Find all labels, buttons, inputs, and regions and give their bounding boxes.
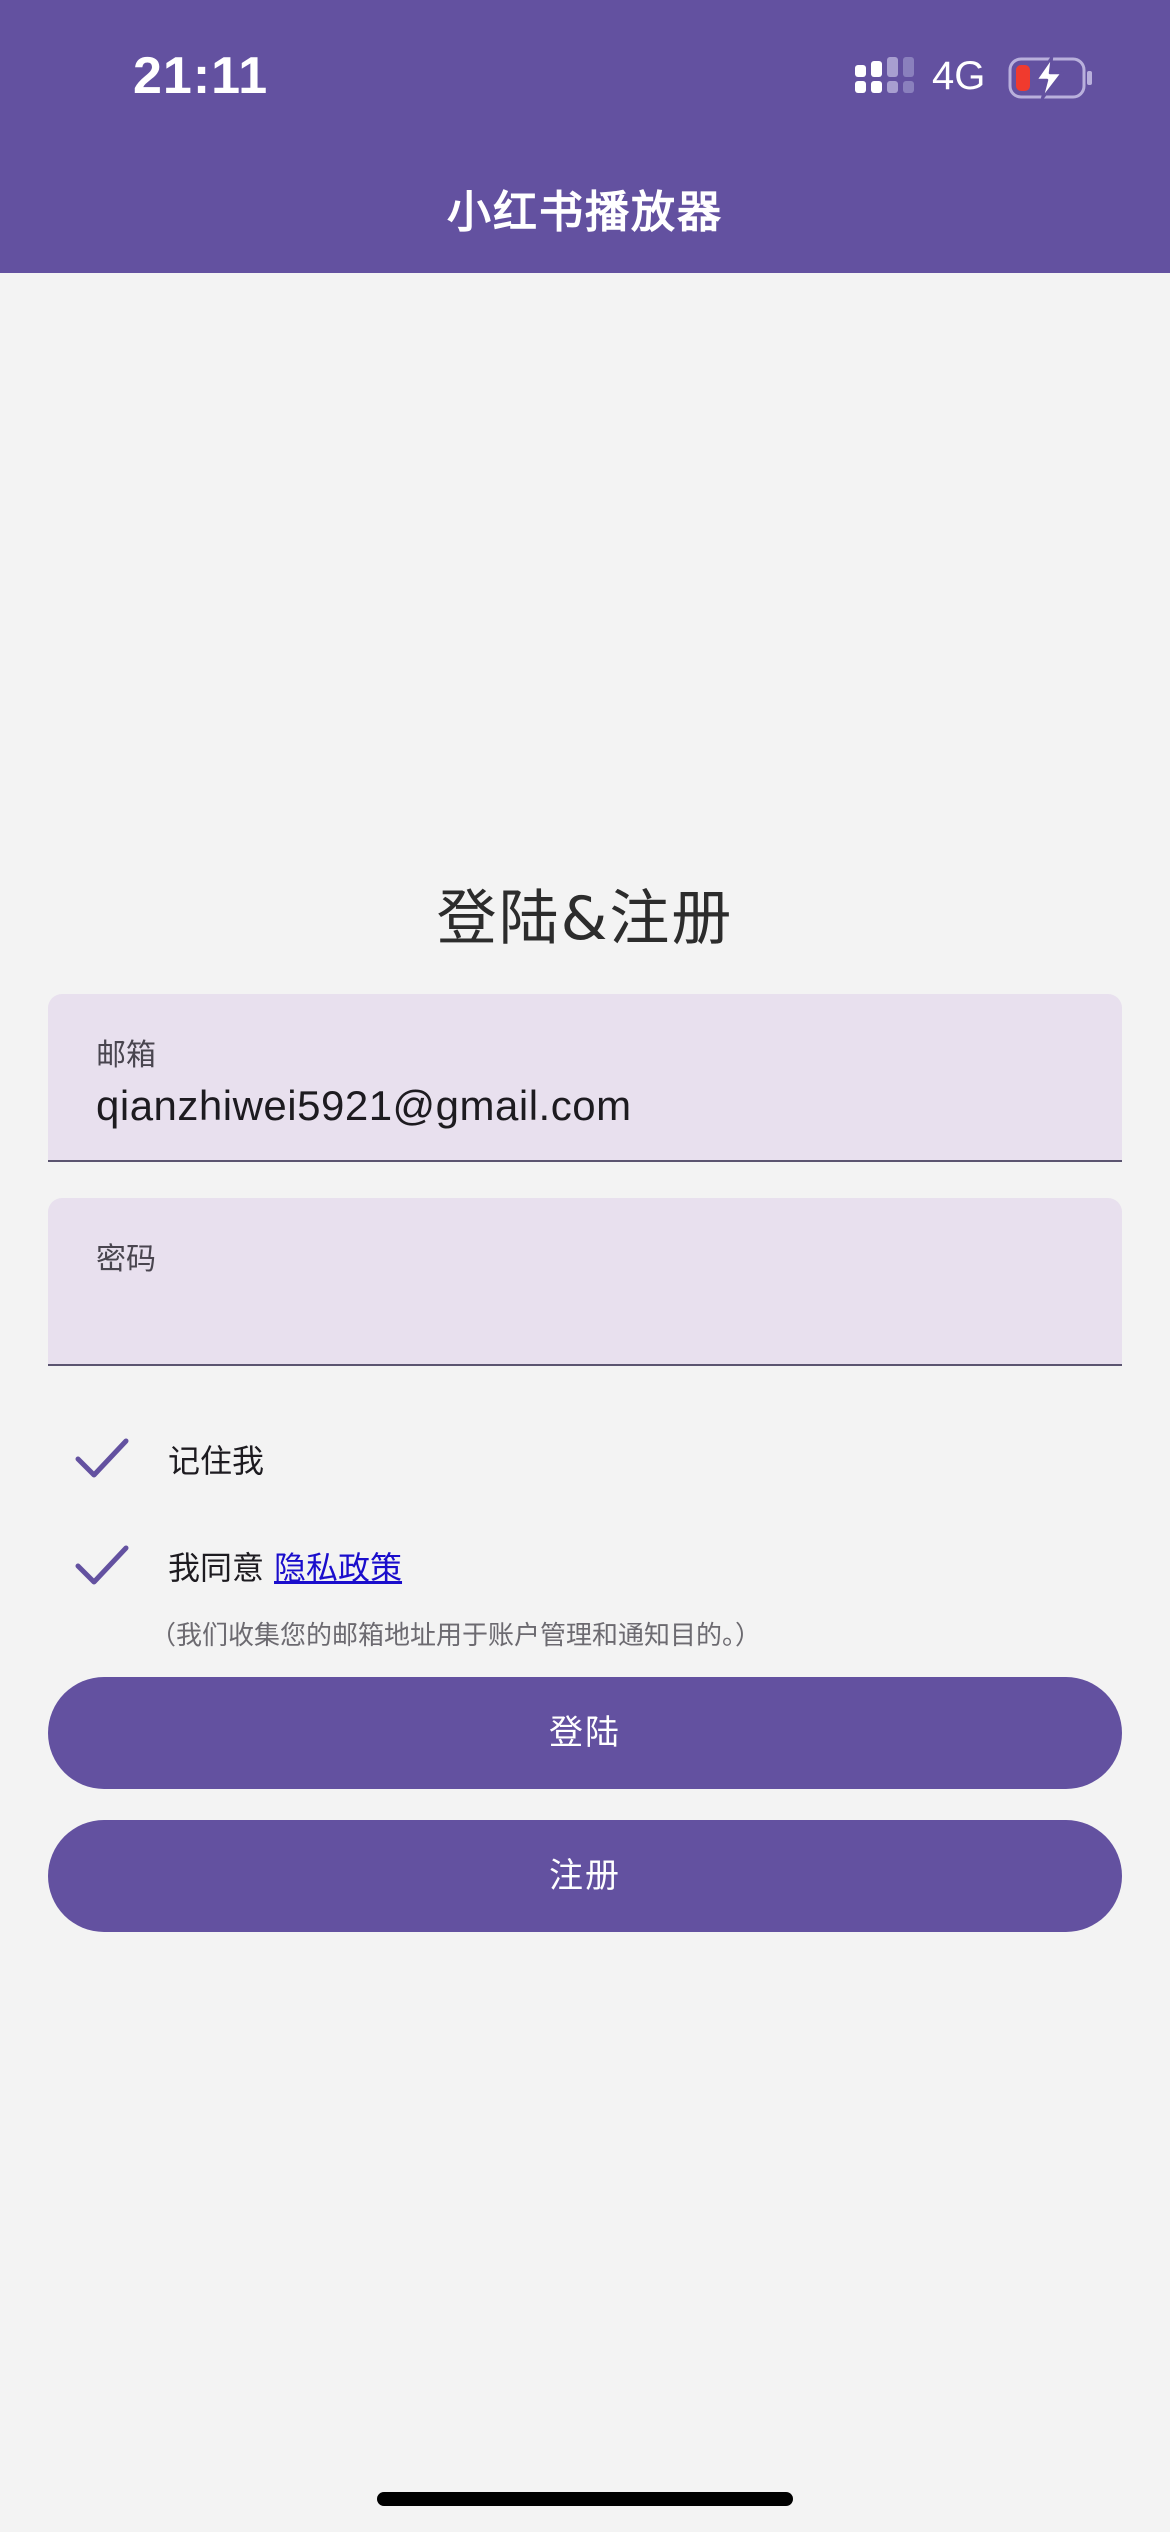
app-title: 小红书播放器 bbox=[447, 187, 723, 238]
email-label: 邮箱 bbox=[96, 1038, 156, 1073]
agree-privacy-row[interactable]: 我同意 隐私政策 bbox=[72, 1536, 402, 1596]
email-field[interactable]: 邮箱 qianzhiwei5921@gmail.com bbox=[48, 994, 1122, 1162]
agree-label: 我同意 隐私政策 bbox=[168, 1543, 402, 1589]
app-header: 21:11 4G 小红书播放器 bbox=[0, 0, 1170, 273]
login-button[interactable]: 登陆 bbox=[48, 1677, 1122, 1789]
check-icon[interactable] bbox=[72, 1536, 132, 1596]
agree-text: 我同意 bbox=[168, 1549, 265, 1587]
password-field[interactable]: 密码 bbox=[48, 1198, 1122, 1366]
page-title: 登陆&注册 bbox=[436, 884, 734, 954]
remember-me-label: 记住我 bbox=[168, 1442, 265, 1480]
signal-icon bbox=[855, 57, 914, 93]
email-input[interactable]: qianzhiwei5921@gmail.com bbox=[96, 1082, 632, 1130]
privacy-note: （我们收集您的邮箱地址用于账户管理和通知目的。） bbox=[150, 1621, 762, 1651]
network-type: 4G bbox=[932, 54, 986, 98]
password-label: 密码 bbox=[96, 1242, 156, 1277]
register-button[interactable]: 注册 bbox=[48, 1820, 1122, 1932]
battery-charging-icon bbox=[1008, 55, 1092, 101]
check-icon[interactable] bbox=[72, 1429, 132, 1489]
remember-me-row[interactable]: 记住我 bbox=[72, 1429, 264, 1489]
home-indicator bbox=[377, 2492, 793, 2506]
status-time: 21:11 bbox=[133, 47, 269, 105]
privacy-policy-link[interactable]: 隐私政策 bbox=[274, 1549, 402, 1587]
